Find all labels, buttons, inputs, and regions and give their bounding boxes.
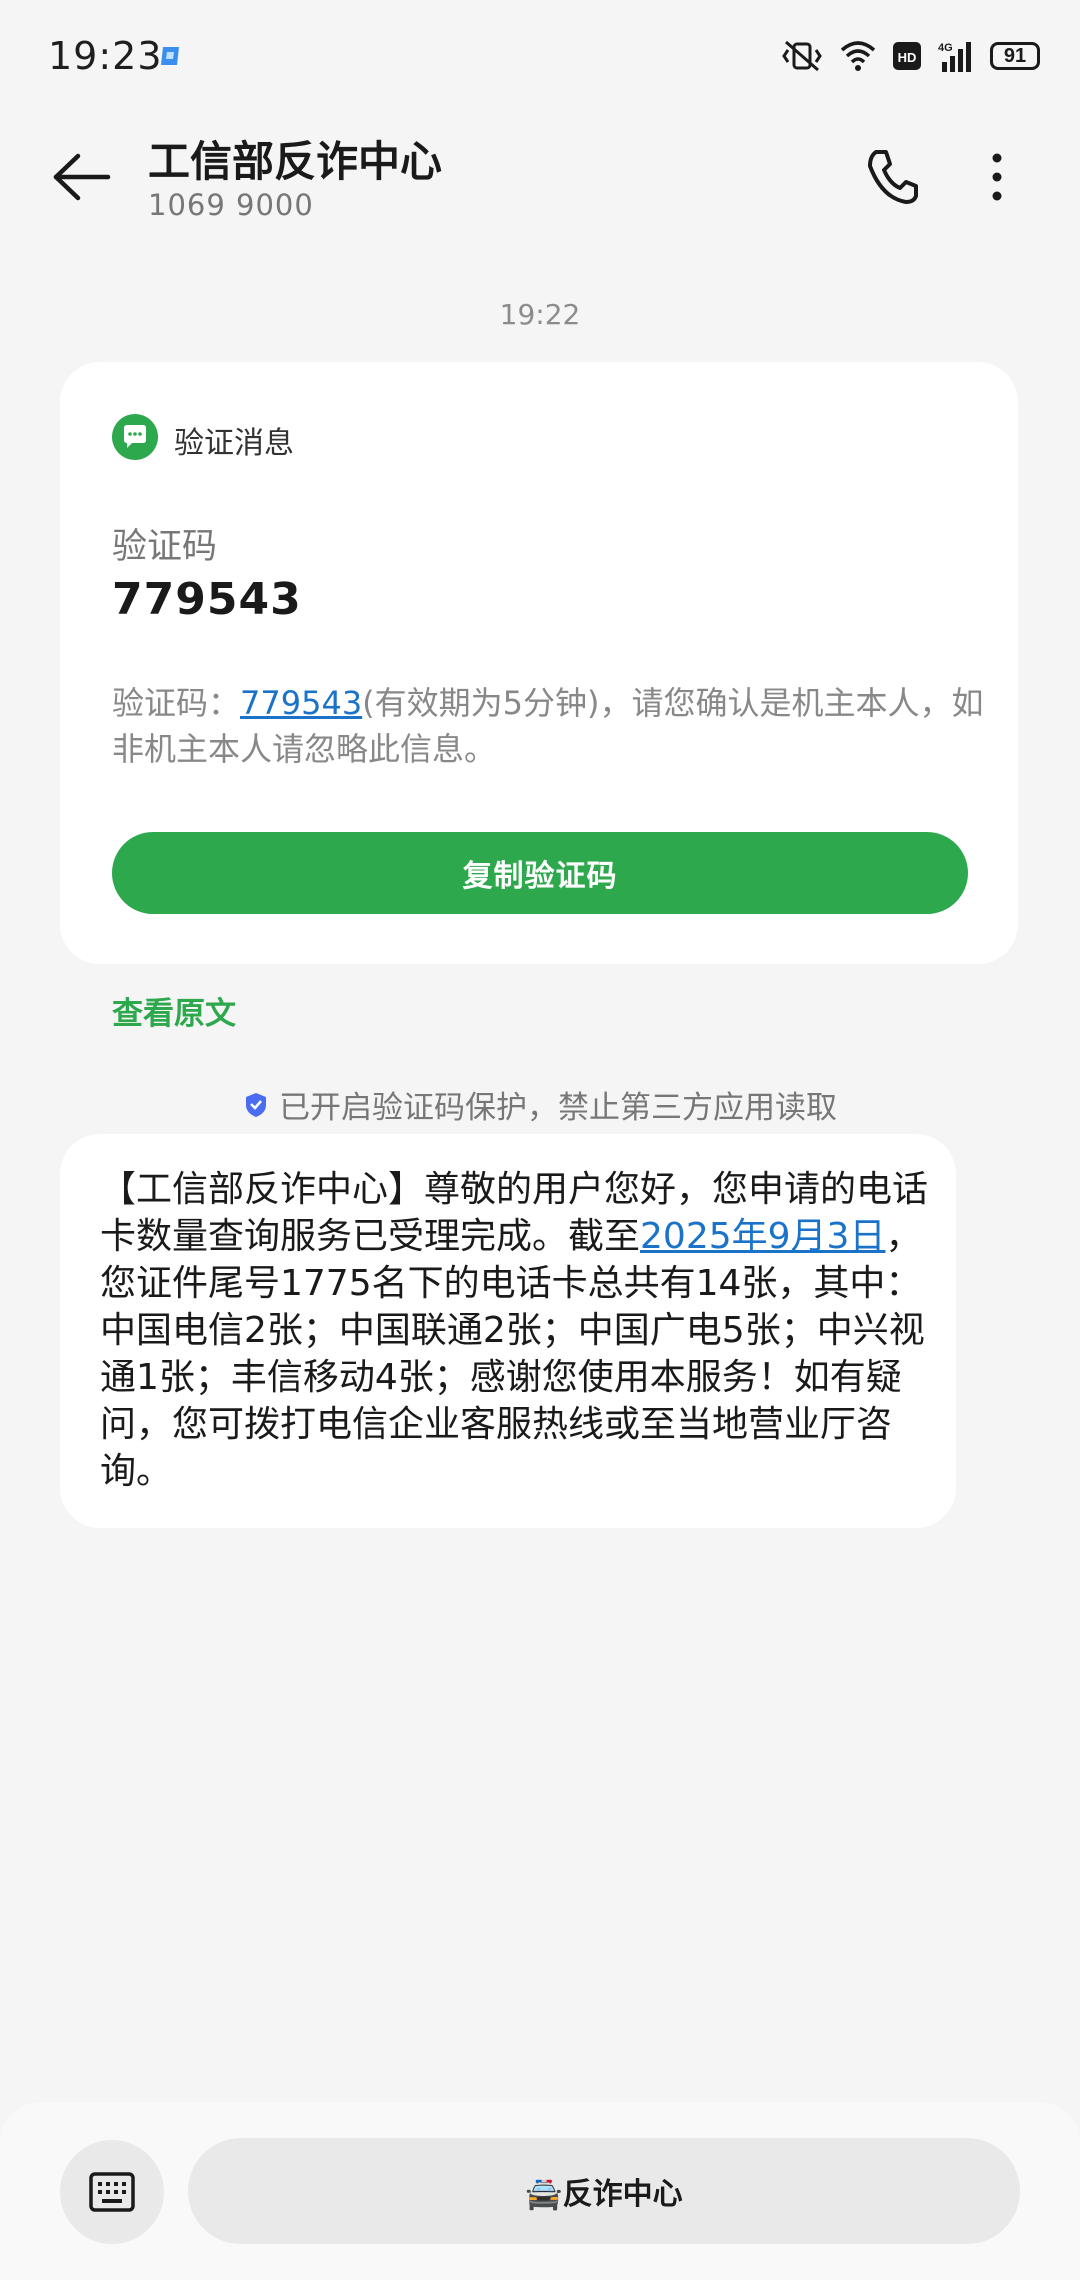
hd-icon: HD	[893, 42, 921, 70]
sms-text-after: ，您证件尾号1775名下的电话卡总共有14张，其中：中国电信2张；中国联通2张；…	[100, 1216, 925, 1492]
vibrate-mute-icon	[782, 40, 822, 72]
copy-code-button[interactable]: 复制验证码	[112, 832, 968, 914]
card-description: 验证码：779543(有效期为5分钟)，请您确认是机主本人，如非机主本人请忽略此…	[112, 680, 992, 772]
call-phone-icon[interactable]	[864, 146, 920, 206]
date-link[interactable]: 2025年9月3日	[640, 1216, 885, 1257]
message-timestamp: 19:22	[499, 298, 581, 331]
desc-prefix: 验证码：	[112, 684, 241, 722]
signal-4g-icon: 4G	[938, 42, 971, 72]
keyboard-icon	[89, 2172, 135, 2212]
protection-text: 已开启验证码保护，禁止第三方应用读取	[279, 1090, 837, 1126]
status-icons: HD 4G 91	[780, 38, 1040, 74]
anti-fraud-menu-button[interactable]: 🚔反诈中心	[188, 2138, 1020, 2244]
protection-notice: 已开启验证码保护，禁止第三方应用读取	[0, 1082, 1080, 1127]
battery-icon: 91	[990, 42, 1040, 70]
code-label: 验证码	[112, 527, 218, 567]
battery-level: 91	[1003, 44, 1027, 67]
back-arrow-icon[interactable]	[48, 150, 114, 204]
more-options-icon[interactable]	[982, 150, 1012, 204]
svg-text:4G: 4G	[938, 42, 953, 54]
svg-text:HD: HD	[898, 50, 917, 65]
wifi-icon	[840, 41, 876, 71]
card-category-label: 验证消息	[174, 426, 294, 461]
sender-number: 1069 9000	[148, 188, 314, 222]
app-notification-icon	[161, 47, 179, 65]
sms-text: 【工信部反诈中心】尊敬的用户您好，您申请的电话卡数量查询服务已受理完成。截至20…	[100, 1166, 930, 1495]
view-original-link[interactable]: 查看原文	[112, 988, 236, 1033]
verification-code: 779543	[112, 574, 302, 625]
shield-icon	[246, 1092, 266, 1117]
status-time: 19:23	[48, 34, 163, 78]
message-bubble-icon	[112, 414, 158, 460]
keyboard-toggle-button[interactable]	[60, 2140, 164, 2244]
code-link[interactable]: 779543	[240, 684, 362, 722]
conversation-title: 工信部反诈中心	[148, 137, 443, 186]
